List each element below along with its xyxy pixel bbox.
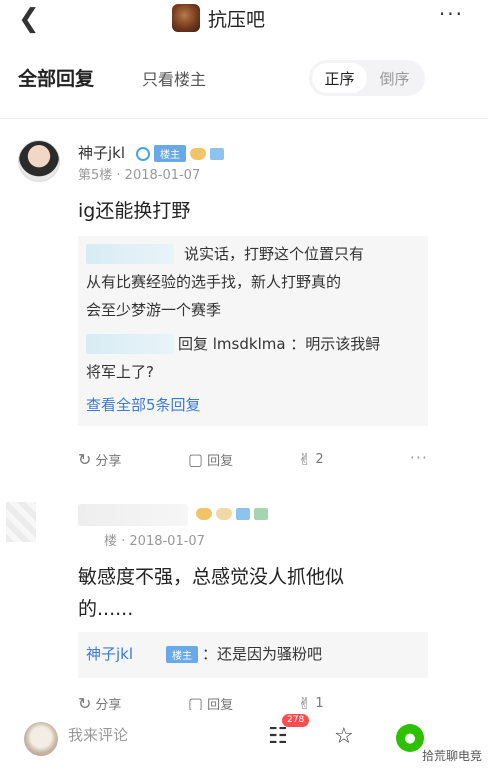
reply-label: 回复 — [207, 454, 234, 469]
host-badge: 楼主 — [154, 145, 186, 162]
fan-level-icon — [196, 508, 212, 520]
sub-reply-box[interactable]: 神子jkl 楼主 ：还是因为骚粉吧 — [78, 632, 428, 678]
post-actions: ↻ 分享 ▢ 回复 ✌ 1 — [78, 694, 428, 710]
back-icon[interactable]: ❮ — [18, 6, 40, 32]
share-button[interactable]: ↻ 分享 — [78, 450, 121, 469]
host-badge: 楼主 — [166, 646, 198, 663]
user-badges: 楼主 — [136, 145, 224, 162]
post-meta: 第5楼 · 2018-01-07 — [78, 168, 201, 183]
forum-avatar — [172, 4, 200, 32]
member-icon — [210, 147, 224, 160]
watermark: 拾荒聊电竞 — [421, 749, 482, 763]
post-actions: ↻ 分享 ▢ 回复 ✌ 2 ··· — [78, 448, 428, 474]
like-button[interactable]: ✌ 1 — [298, 694, 324, 710]
sort-asc-button[interactable]: 正序 — [312, 63, 367, 93]
sort-toggle: 正序 倒序 — [309, 60, 425, 96]
divider — [0, 118, 488, 119]
share-icon: ↻ — [78, 450, 92, 469]
user-badges — [196, 508, 268, 520]
sub-reply-text: 说实话，打野这个位置只有 — [184, 245, 365, 263]
like-count: 1 — [315, 696, 324, 710]
top-bar: ❮ 抗压吧 ··· — [0, 0, 488, 44]
sub-reply-text: 回复 lmsdklma ：明示该我鲟 — [178, 335, 381, 353]
tab-all-replies[interactable]: 全部回复 — [18, 64, 94, 91]
share-label: 分享 — [95, 454, 122, 469]
reply-button[interactable]: ▢ 回复 — [188, 450, 233, 469]
blurred-username — [78, 504, 188, 526]
comment-count-badge: 278 — [282, 714, 310, 727]
view-all-replies-link[interactable]: 查看全部5条回复 — [86, 394, 201, 415]
blurred-username — [86, 244, 174, 264]
more-icon[interactable]: ··· — [410, 448, 428, 467]
comment-icon: ▢ — [188, 694, 204, 710]
sub-reply-text: 会至少梦游一个赛季 — [86, 301, 222, 319]
sub-reply-box[interactable]: 说实话，打野这个位置只有 从有比赛经验的选手找，新人打野真的 会至少梦游一个赛季… — [78, 236, 428, 426]
blurred-avatar — [6, 502, 36, 542]
sub-reply-text: 从有比赛经验的选手找，新人打野真的 — [86, 273, 342, 291]
verified-icon — [136, 146, 150, 161]
post-content: 的...... — [78, 598, 134, 620]
medal-icon — [216, 508, 232, 520]
comment-icon[interactable]: ☷ — [268, 724, 288, 749]
reply-filter-bar: 全部回复 只看楼主 正序 倒序 — [0, 56, 488, 100]
star-icon[interactable]: ☆ — [334, 724, 354, 749]
bottom-bar: 我来评论 ☷ 278 ☆ ● 拾荒聊电竞 — [0, 712, 488, 770]
member-icon — [236, 508, 250, 520]
post-meta: 楼 · 2018-01-07 — [104, 534, 205, 549]
sub-reply-username[interactable]: 神子jkl — [86, 642, 133, 667]
reply-button[interactable]: ▢ 回复 — [188, 694, 233, 710]
level-icon — [254, 508, 268, 520]
my-avatar[interactable] — [24, 722, 58, 756]
share-button[interactable]: ↻ 分享 — [78, 694, 121, 710]
thumb-up-icon: ✌ — [298, 694, 312, 710]
forum-name: 抗压吧 — [208, 8, 266, 31]
more-icon[interactable]: ··· — [439, 2, 464, 26]
sub-reply-text: ：还是因为骚粉吧 — [202, 645, 323, 663]
share-label: 分享 — [95, 698, 122, 710]
comment-input[interactable]: 我来评论 — [68, 724, 128, 745]
reply-label: 回复 — [207, 698, 234, 710]
thumb-up-icon: ✌ — [298, 450, 312, 469]
share-icon: ↻ — [78, 694, 92, 710]
tab-op-only[interactable]: 只看楼主 — [142, 66, 206, 90]
fan-level-icon — [190, 147, 206, 160]
post-content: ig还能换打野 — [78, 200, 191, 222]
avatar[interactable] — [18, 140, 60, 182]
like-count: 2 — [315, 452, 324, 467]
forum-title[interactable]: 抗压吧 — [172, 4, 265, 32]
like-button[interactable]: ✌ 2 — [298, 450, 324, 469]
post-content: 敏感度不强，总感觉没人抓他似 — [78, 566, 345, 588]
blurred-username — [86, 334, 174, 354]
username[interactable]: 神子jkl — [78, 142, 125, 163]
comment-icon: ▢ — [188, 450, 204, 469]
sub-reply-text: 将军上了? — [86, 363, 154, 381]
sort-desc-button[interactable]: 倒序 — [367, 63, 422, 93]
wechat-share-icon[interactable]: ● — [396, 724, 424, 752]
